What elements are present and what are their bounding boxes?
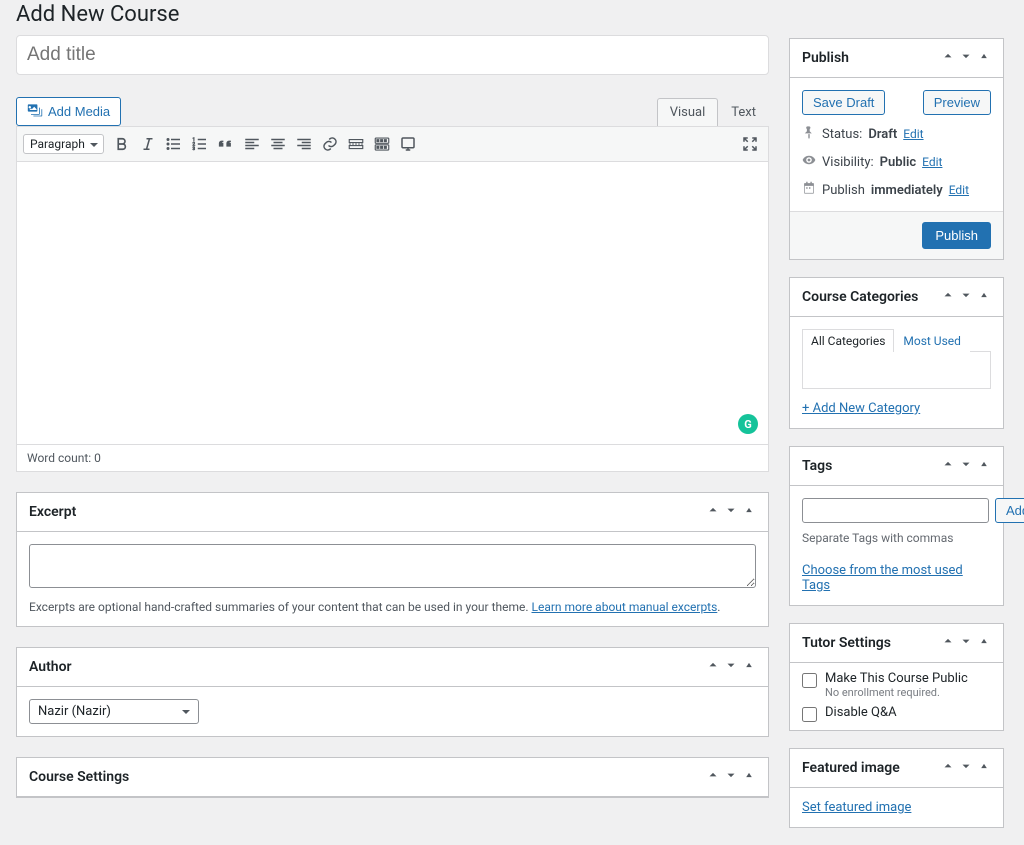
editor-frame: Paragraph 123 G Word count: 0	[16, 126, 769, 472]
chevron-up-icon[interactable]	[941, 288, 955, 306]
blockquote-button[interactable]	[214, 132, 238, 156]
tags-heading: Tags	[802, 458, 832, 474]
numbered-list-button[interactable]: 123	[188, 132, 212, 156]
italic-button[interactable]	[136, 132, 160, 156]
category-list[interactable]	[802, 351, 991, 389]
save-draft-button[interactable]: Save Draft	[802, 90, 885, 115]
visibility-label: Visibility:	[822, 155, 874, 170]
author-heading: Author	[29, 659, 72, 675]
chevron-down-icon[interactable]	[724, 768, 738, 786]
schedule-value: immediately	[871, 183, 943, 198]
make-public-checkbox[interactable]	[802, 673, 817, 688]
chevron-down-icon[interactable]	[959, 759, 973, 777]
align-center-button[interactable]	[266, 132, 290, 156]
align-right-button[interactable]	[292, 132, 316, 156]
chevron-up-icon[interactable]	[941, 759, 955, 777]
tab-most-used[interactable]: Most Used	[894, 329, 970, 352]
schedule-label: Publish	[822, 183, 865, 198]
publish-heading: Publish	[802, 50, 849, 66]
make-public-label: Make This Course Public	[825, 671, 968, 686]
course-settings-heading: Course Settings	[29, 769, 129, 785]
make-public-sub: No enrollment required.	[825, 686, 968, 699]
chevron-up-icon[interactable]	[941, 49, 955, 67]
link-button[interactable]	[318, 132, 342, 156]
chevron-down-icon[interactable]	[959, 457, 973, 475]
chevron-down-icon[interactable]	[959, 288, 973, 306]
triangle-up-icon[interactable]	[977, 49, 991, 67]
chevron-down-icon[interactable]	[959, 634, 973, 652]
visibility-edit-link[interactable]: Edit	[922, 155, 942, 169]
chevron-up-icon[interactable]	[941, 457, 955, 475]
triangle-up-icon[interactable]	[742, 503, 756, 521]
chevron-down-icon[interactable]	[724, 503, 738, 521]
visibility-value: Public	[880, 155, 916, 170]
choose-tags-link[interactable]: Choose from the most used Tags	[802, 563, 991, 593]
status-edit-link[interactable]: Edit	[903, 127, 923, 141]
distraction-free-button[interactable]	[738, 132, 762, 156]
read-more-button[interactable]	[344, 132, 368, 156]
align-left-button[interactable]	[240, 132, 264, 156]
excerpt-hint: Excerpts are optional hand-crafted summa…	[29, 600, 756, 614]
manual-excerpt-link[interactable]: Learn more about manual excerpts	[532, 600, 718, 614]
triangle-up-icon[interactable]	[977, 634, 991, 652]
chevron-up-icon[interactable]	[706, 768, 720, 786]
visibility-icon	[802, 153, 816, 171]
tags-input[interactable]	[802, 498, 989, 523]
media-icon	[27, 102, 43, 121]
add-tag-button[interactable]: Add	[995, 498, 1024, 523]
chevron-down-icon[interactable]	[959, 49, 973, 67]
chevron-up-icon[interactable]	[941, 634, 955, 652]
author-select[interactable]: Nazir (Nazir)	[29, 699, 199, 724]
pin-icon	[802, 125, 816, 143]
page-title: Add New Course	[16, 0, 769, 35]
bold-button[interactable]	[110, 132, 134, 156]
course-title-input[interactable]	[16, 35, 769, 75]
tab-visual[interactable]: Visual	[657, 98, 719, 126]
add-media-label: Add Media	[48, 104, 110, 119]
bulleted-list-button[interactable]	[162, 132, 186, 156]
format-select[interactable]: Paragraph	[23, 134, 104, 154]
excerpt-heading: Excerpt	[29, 504, 76, 520]
triangle-up-icon[interactable]	[742, 768, 756, 786]
chevron-down-icon[interactable]	[724, 658, 738, 676]
disable-qa-label: Disable Q&A	[825, 705, 897, 720]
chevron-up-icon[interactable]	[706, 503, 720, 521]
chevron-up-icon[interactable]	[706, 658, 720, 676]
fullscreen-button[interactable]	[396, 132, 420, 156]
tab-text[interactable]: Text	[718, 98, 769, 126]
featured-image-heading: Featured image	[802, 760, 900, 776]
disable-qa-checkbox[interactable]	[802, 707, 817, 722]
toolbar-toggle-button[interactable]	[370, 132, 394, 156]
categories-heading: Course Categories	[802, 289, 918, 305]
excerpt-textarea[interactable]	[29, 544, 756, 588]
word-count: Word count: 0	[17, 444, 768, 471]
calendar-icon	[802, 181, 816, 199]
svg-text:3: 3	[192, 146, 195, 152]
tab-all-categories[interactable]: All Categories	[802, 329, 894, 352]
triangle-up-icon[interactable]	[977, 759, 991, 777]
preview-button[interactable]: Preview	[923, 90, 991, 115]
triangle-up-icon[interactable]	[742, 658, 756, 676]
triangle-up-icon[interactable]	[977, 457, 991, 475]
schedule-edit-link[interactable]: Edit	[949, 183, 969, 197]
add-media-button[interactable]: Add Media	[16, 97, 121, 126]
tags-hint: Separate Tags with commas	[802, 531, 991, 545]
content-editor[interactable]: G	[17, 162, 768, 444]
status-value: Draft	[868, 127, 897, 142]
publish-button[interactable]: Publish	[922, 222, 991, 249]
add-new-category-link[interactable]: + Add New Category	[802, 401, 920, 416]
set-featured-image-link[interactable]: Set featured image	[802, 800, 911, 815]
status-label: Status:	[822, 127, 862, 142]
tutor-settings-heading: Tutor Settings	[802, 635, 891, 651]
grammarly-icon[interactable]: G	[738, 414, 758, 434]
triangle-up-icon[interactable]	[977, 288, 991, 306]
